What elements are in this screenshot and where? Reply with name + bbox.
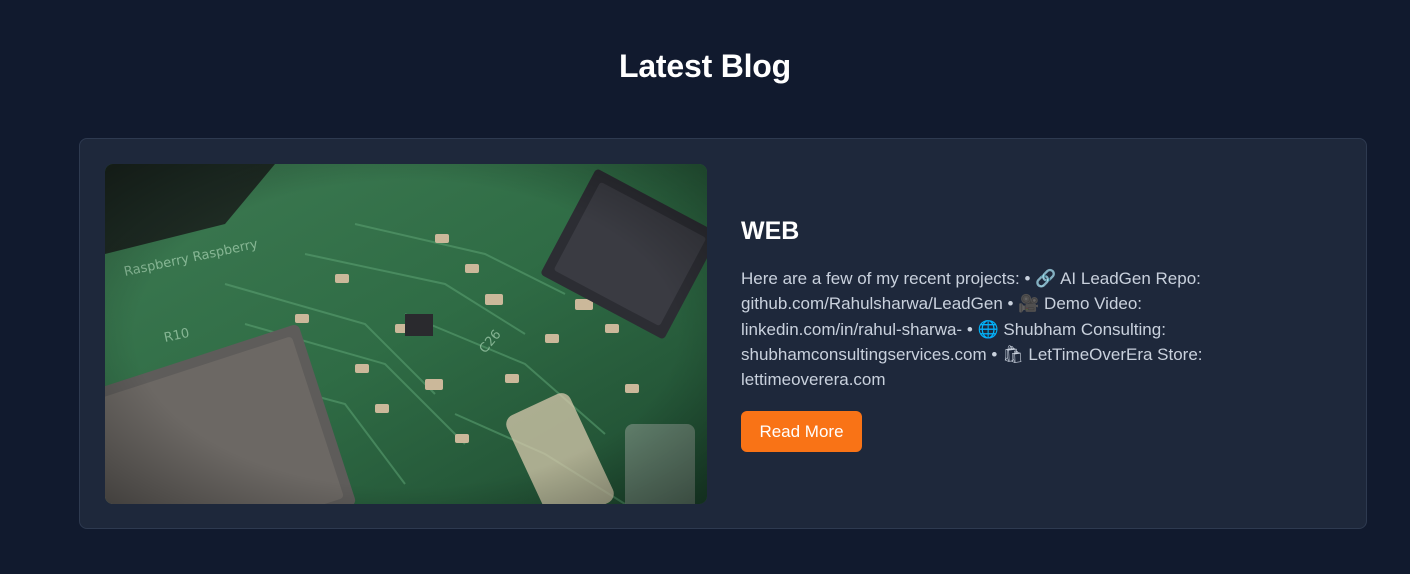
excerpt-line: github.com/Rahulsharwa/LeadGen • 🎥 Demo … <box>741 294 1143 314</box>
excerpt-line: shubhamconsultingservices.com • 🛍 LetTim… <box>741 344 1203 364</box>
blog-section: Latest Blog WEB Here are a few of my rec… <box>0 0 1410 574</box>
blog-card: Raspberry Raspberry R10 C26 <box>79 138 1367 529</box>
blog-card-body: WEB Here are a few of my recent projects… <box>741 139 1341 528</box>
blog-post-title: WEB <box>741 217 800 245</box>
blog-post-image: Raspberry Raspberry R10 C26 <box>105 164 707 504</box>
excerpt-line: linkedin.com/in/rahul-sharwa- • 🌐 Shubha… <box>741 319 1166 339</box>
excerpt-line: Here are a few of my recent projects: • … <box>741 269 1201 288</box>
blog-post-excerpt: Here are a few of my recent projects: • … <box>741 266 1261 392</box>
excerpt-line: lettimeoverera.com <box>741 370 886 390</box>
read-more-button[interactable]: Read More <box>741 411 862 452</box>
section-title: Latest Blog <box>618 48 792 84</box>
